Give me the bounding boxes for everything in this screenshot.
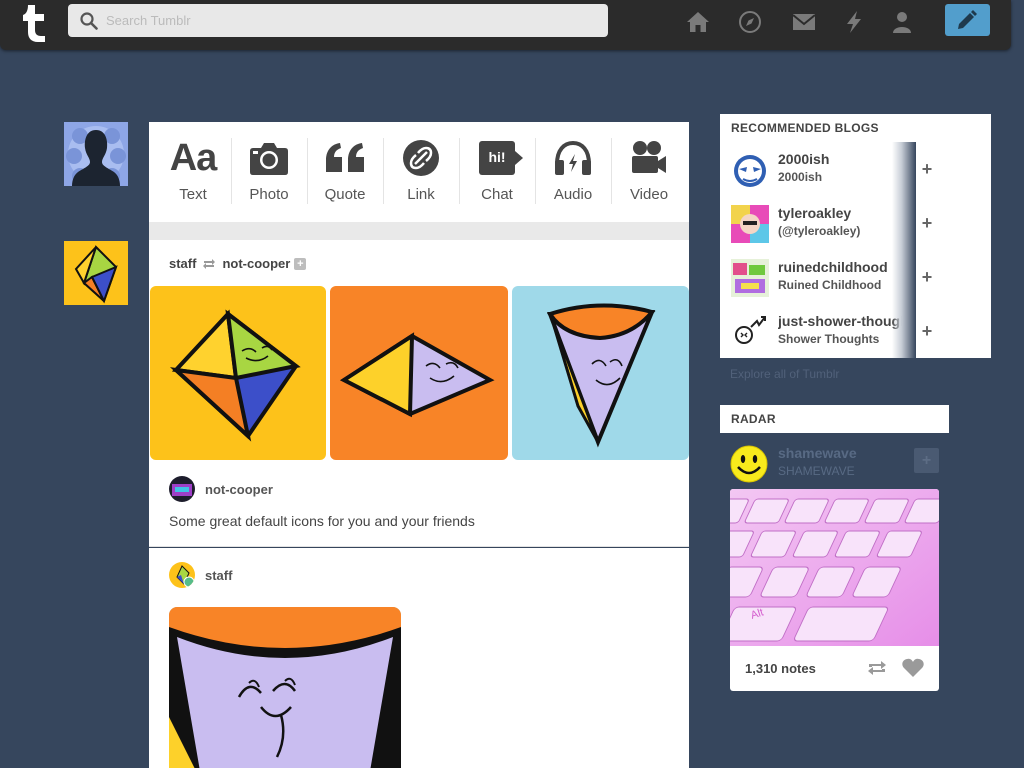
- explore-link[interactable]: Explore all of Tumblr: [730, 367, 839, 381]
- username-link[interactable]: staff: [205, 568, 232, 583]
- reblog-header: staff not-cooper +: [169, 256, 307, 271]
- post: staff not-cooper + not-cooper Some great…: [149, 240, 689, 547]
- blog-avatar[interactable]: [731, 205, 769, 243]
- post-user: staff: [169, 562, 232, 588]
- follow-plus-icon[interactable]: +: [294, 257, 307, 270]
- blog-avatar[interactable]: [731, 151, 769, 189]
- radar-blog-name[interactable]: shamewave: [778, 445, 857, 461]
- recommended-blog-item[interactable]: ruinedchildhood Ruined Childhood +: [720, 250, 991, 304]
- post-type-link[interactable]: Link: [383, 136, 459, 203]
- blog-title: Shower Thoughts: [778, 332, 880, 346]
- fade-overlay: [892, 304, 916, 358]
- caption-user: not-cooper: [169, 476, 273, 502]
- blog-title: 2000ish: [778, 170, 823, 184]
- radar-user: shamewave SHAMEWAVE: [730, 445, 940, 483]
- follow-button[interactable]: +: [916, 156, 938, 182]
- post-type-photo[interactable]: Photo: [231, 136, 307, 203]
- inbox-icon[interactable]: [792, 10, 816, 34]
- post-type-label: Quote: [324, 186, 366, 203]
- post-type-audio[interactable]: Audio: [535, 136, 611, 203]
- post: staff: [149, 548, 689, 768]
- username-link[interactable]: not-cooper: [205, 482, 273, 497]
- radar-header: RADAR: [720, 405, 949, 433]
- note-count[interactable]: 1,310 notes: [745, 661, 816, 676]
- post-type-label: Text: [179, 186, 207, 203]
- text-icon: Aa: [169, 136, 218, 179]
- photoset-image[interactable]: [512, 286, 689, 460]
- photoset-image[interactable]: [330, 286, 508, 460]
- headphones-icon: [555, 140, 591, 175]
- post-image[interactable]: [169, 607, 401, 768]
- chat-icon-text: hi!: [488, 149, 506, 165]
- video-camera-icon: [632, 141, 666, 173]
- fade-overlay: [892, 142, 916, 196]
- reblog-icon[interactable]: [866, 659, 888, 677]
- tumblr-logo-icon[interactable]: [18, 3, 50, 43]
- account-icon[interactable]: [890, 10, 914, 34]
- reblog-icon: [203, 258, 216, 269]
- search-icon: [80, 12, 98, 30]
- pencil-icon: [958, 10, 977, 29]
- chat-icon: hi!: [479, 141, 523, 175]
- post-type-chat[interactable]: hi! Chat: [459, 136, 535, 203]
- post-type-label: Photo: [249, 186, 289, 203]
- follow-button[interactable]: +: [916, 264, 938, 290]
- camera-icon: [250, 143, 288, 175]
- sidebar-heading: RECOMMENDED BLOGS: [731, 121, 879, 135]
- blog-avatar[interactable]: [64, 241, 128, 305]
- post-type-label: Chat: [481, 186, 513, 203]
- post-type-video[interactable]: Video: [611, 136, 687, 203]
- photoset[interactable]: [149, 286, 689, 460]
- search-input[interactable]: [106, 10, 596, 31]
- blog-title: (@tyleroakley): [778, 224, 861, 238]
- top-bar: [0, 0, 1011, 50]
- explore-icon[interactable]: [738, 10, 762, 34]
- radar-post-card: Alt 1,310 notes: [730, 489, 939, 691]
- user-avatar-small[interactable]: [169, 476, 195, 502]
- reblogger-link[interactable]: staff: [169, 256, 196, 271]
- post-type-text[interactable]: Aa Text: [155, 136, 231, 204]
- activity-icon[interactable]: [842, 10, 866, 34]
- compose-button[interactable]: [945, 4, 990, 36]
- feed-separator: [149, 222, 689, 240]
- search-box[interactable]: [68, 4, 608, 37]
- blog-avatar[interactable]: [731, 259, 769, 297]
- recommended-blog-item[interactable]: just-shower-thoughts Shower Thoughts +: [720, 304, 991, 358]
- radar-follow-button[interactable]: +: [914, 448, 939, 473]
- post-type-quote[interactable]: Quote: [307, 136, 383, 203]
- post-type-label: Audio: [553, 186, 593, 203]
- recommended-blogs: RECOMMENDED BLOGS 2000ish 2000ish + tyle…: [720, 114, 991, 358]
- follow-button[interactable]: +: [916, 318, 938, 344]
- post-type-label: Link: [407, 186, 435, 203]
- home-icon[interactable]: [686, 10, 710, 34]
- user-avatar-small[interactable]: [169, 562, 195, 588]
- radar-post-image[interactable]: Alt: [730, 489, 939, 646]
- user-avatar[interactable]: [64, 122, 128, 186]
- fade-overlay: [892, 196, 916, 250]
- recommended-blog-item[interactable]: 2000ish 2000ish +: [720, 142, 991, 196]
- sidebar-heading: RADAR: [731, 412, 776, 426]
- source-link[interactable]: not-cooper: [222, 256, 290, 271]
- follow-button[interactable]: +: [916, 210, 938, 236]
- quote-icon: [326, 143, 364, 172]
- link-icon: [403, 140, 439, 176]
- post-type-label: Video: [629, 186, 669, 203]
- photoset-image[interactable]: [150, 286, 326, 460]
- post-caption: Some great default icons for you and you…: [169, 513, 475, 529]
- post-type-bar: Aa Text Photo Quote Link hi! Chat Audio …: [149, 122, 689, 222]
- blog-avatar[interactable]: [731, 313, 769, 351]
- radar-blog-title: SHAMEWAVE: [778, 464, 855, 478]
- blog-title: Ruined Childhood: [778, 278, 882, 292]
- recommended-blog-item[interactable]: tyleroakley (@tyleroakley) +: [720, 196, 991, 250]
- heart-icon[interactable]: [902, 658, 924, 678]
- fade-overlay: [892, 250, 916, 304]
- smiley-avatar-icon[interactable]: [730, 445, 768, 483]
